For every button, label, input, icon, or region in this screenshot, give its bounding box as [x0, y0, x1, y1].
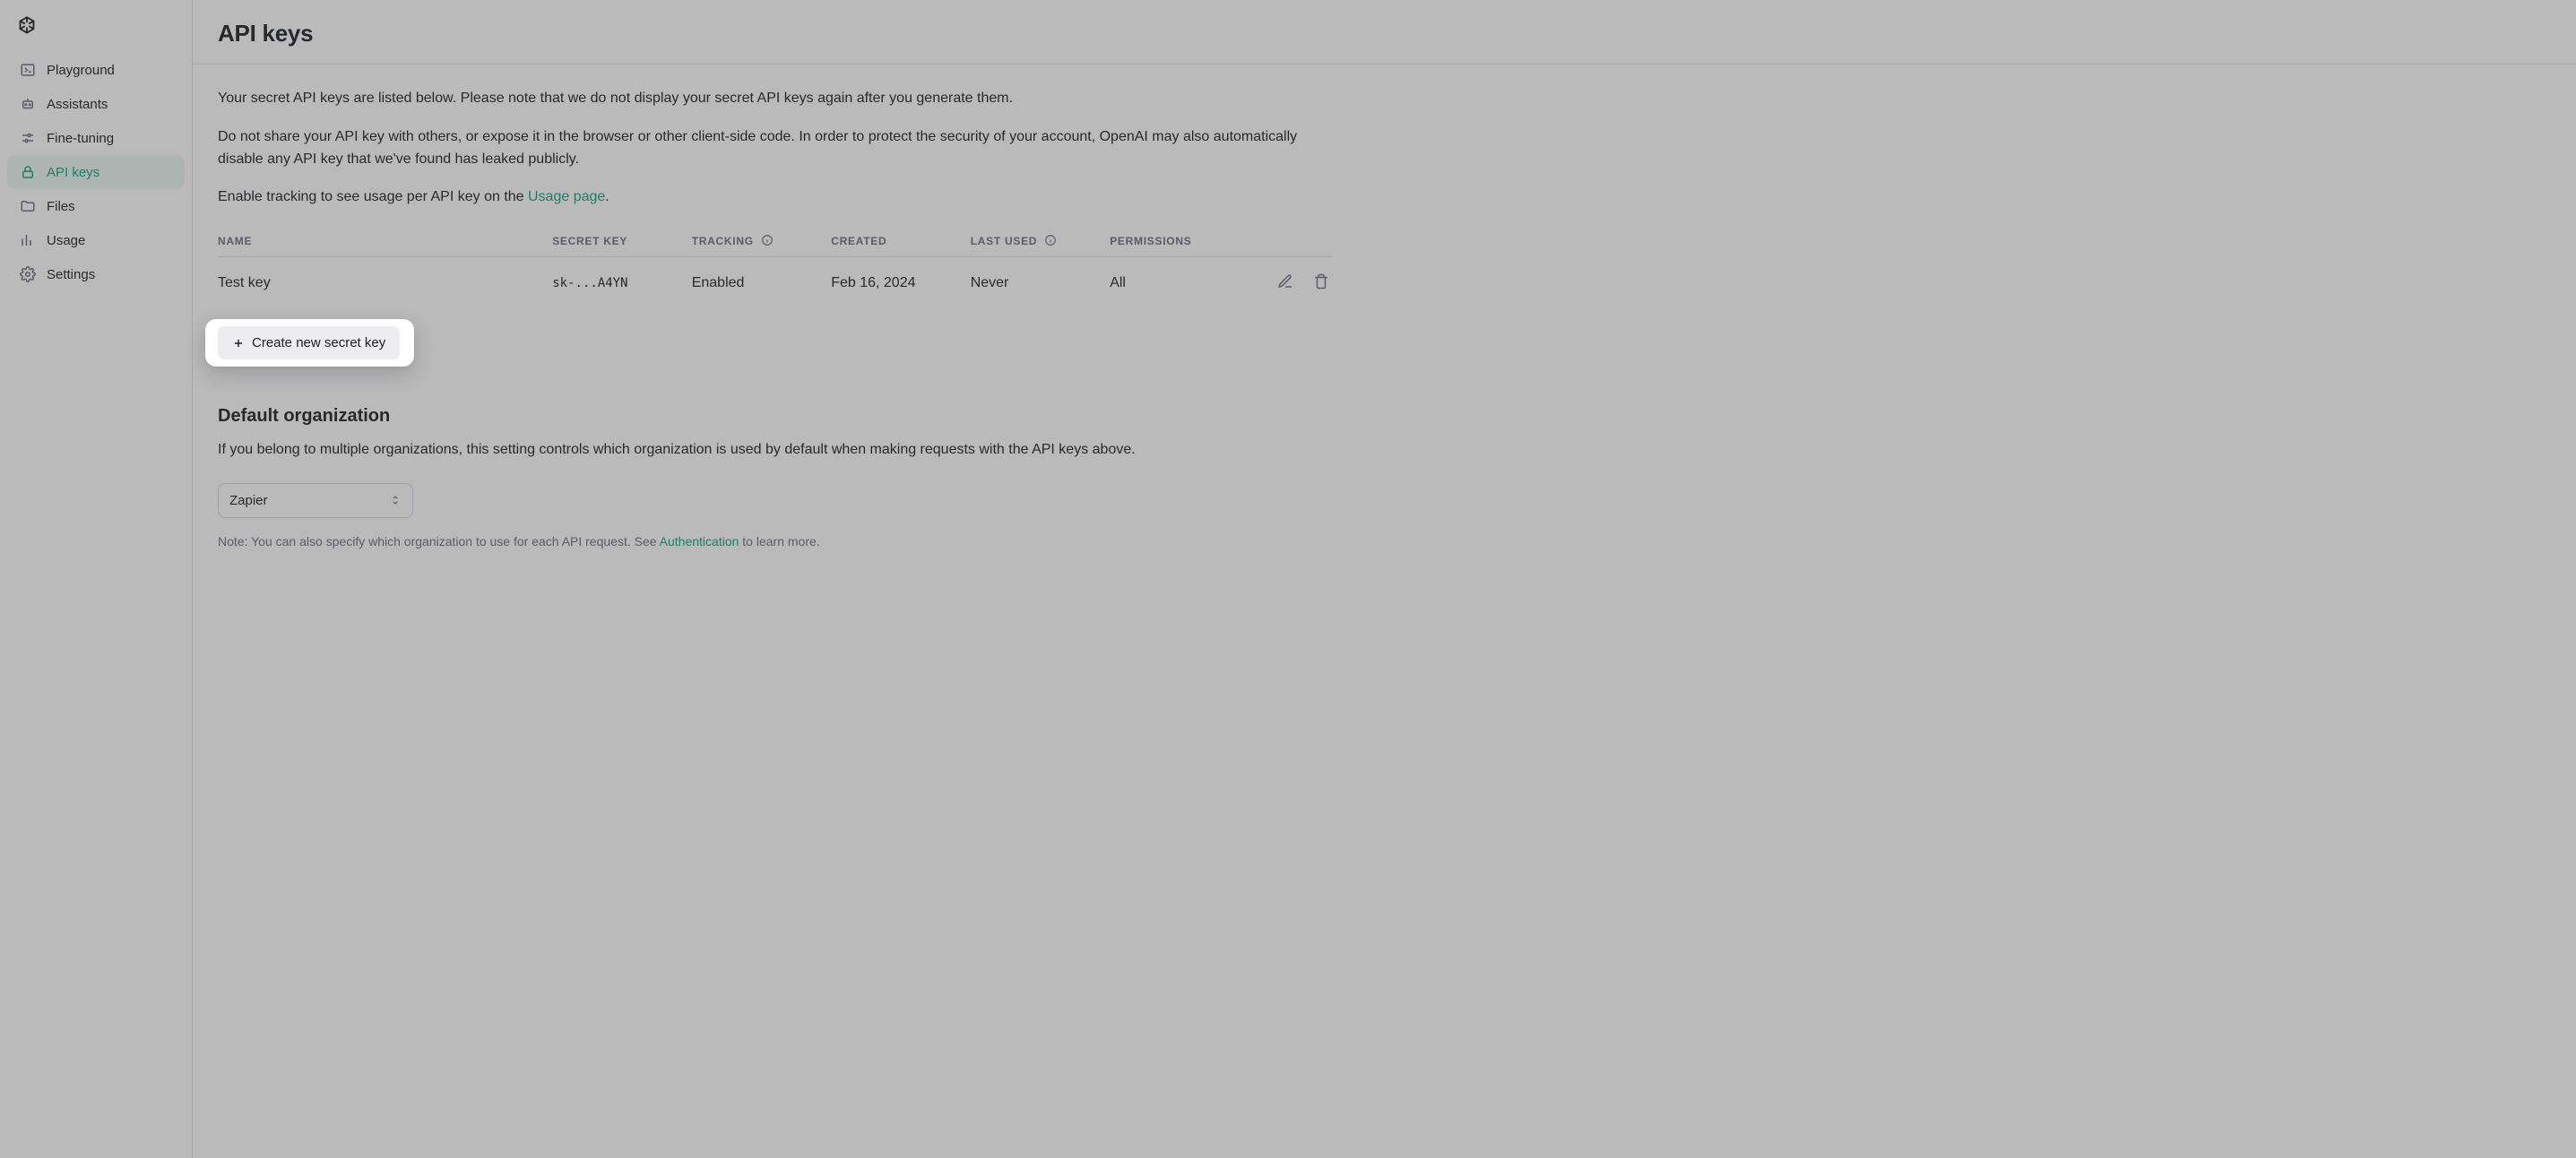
- cell-permissions: All: [1110, 257, 1249, 307]
- table-row: Test key sk-...A4YN Enabled Feb 16, 2024…: [218, 257, 1333, 307]
- folder-icon: [20, 198, 36, 214]
- col-created: Created: [831, 225, 971, 257]
- cell-last-used: Never: [971, 257, 1111, 307]
- default-org-selected: Zapier: [229, 493, 268, 508]
- note-post: to learn more.: [739, 534, 819, 549]
- chevron-up-down-icon: [389, 494, 402, 506]
- intro-p3: Enable tracking to see usage per API key…: [218, 186, 1333, 209]
- default-org-select[interactable]: Zapier: [218, 483, 413, 518]
- cell-created: Feb 16, 2024: [831, 257, 971, 307]
- sidebar-item-label: Files: [47, 199, 75, 214]
- create-secret-key-button[interactable]: Create new secret key: [218, 326, 400, 359]
- chart-icon: [20, 232, 36, 248]
- sidebar-item-api-keys[interactable]: API keys: [7, 156, 185, 188]
- sidebar: Playground Assistants Fine-tuning API ke…: [0, 0, 193, 1158]
- sidebar-item-label: Fine-tuning: [47, 131, 114, 146]
- delete-key-button[interactable]: [1310, 270, 1333, 296]
- trash-icon: [1313, 273, 1329, 290]
- sidebar-item-assistants[interactable]: Assistants: [7, 88, 185, 120]
- usage-page-link[interactable]: Usage page: [528, 189, 605, 204]
- col-last-used: Last used: [971, 225, 1111, 257]
- note-pre: Note: You can also specify which organiz…: [218, 534, 660, 549]
- main-content: API keys Your secret API keys are listed…: [193, 0, 2576, 1158]
- create-secret-key-label: Create new secret key: [252, 335, 385, 350]
- sidebar-item-label: Settings: [47, 267, 95, 282]
- intro-p3-post: .: [605, 189, 609, 204]
- info-icon[interactable]: [1044, 234, 1057, 246]
- default-org-desc: If you belong to multiple organizations,…: [218, 439, 1333, 462]
- col-permissions: Permissions: [1110, 225, 1249, 257]
- cell-tracking: Enabled: [692, 257, 832, 307]
- cell-name: Test key: [218, 257, 552, 307]
- info-icon[interactable]: [761, 234, 774, 246]
- sidebar-nav: Playground Assistants Fine-tuning API ke…: [7, 54, 185, 290]
- gear-icon: [20, 266, 36, 282]
- col-tracking-label: Tracking: [692, 235, 754, 247]
- edit-key-button[interactable]: [1274, 270, 1297, 296]
- intro-p1: Your secret API keys are listed below. P…: [218, 88, 1333, 110]
- cell-secret: sk-...A4YN: [552, 257, 692, 307]
- sidebar-item-label: Playground: [47, 63, 115, 78]
- page-header: API keys: [193, 0, 2576, 65]
- terminal-icon: [20, 62, 36, 78]
- intro-p2: Do not share your API key with others, o…: [218, 126, 1333, 171]
- page-title: API keys: [218, 20, 2551, 48]
- sidebar-item-label: Usage: [47, 233, 85, 248]
- sidebar-item-usage[interactable]: Usage: [7, 224, 185, 256]
- sidebar-item-label: API keys: [47, 165, 99, 180]
- edit-icon: [1277, 273, 1293, 290]
- intro-p3-pre: Enable tracking to see usage per API key…: [218, 189, 528, 204]
- openai-logo-icon: [14, 14, 39, 39]
- sidebar-item-files[interactable]: Files: [7, 190, 185, 222]
- sidebar-item-label: Assistants: [47, 97, 108, 112]
- api-keys-table: Name Secret key Tracking Created Last us…: [218, 225, 1333, 307]
- col-name: Name: [218, 225, 552, 257]
- sidebar-item-fine-tuning[interactable]: Fine-tuning: [7, 122, 185, 154]
- col-tracking: Tracking: [692, 225, 832, 257]
- lock-icon: [20, 164, 36, 180]
- sidebar-item-settings[interactable]: Settings: [7, 258, 185, 290]
- col-secret: Secret key: [552, 225, 692, 257]
- col-last-used-label: Last used: [971, 235, 1037, 247]
- plus-icon: [232, 337, 245, 350]
- create-key-spotlight: Create new secret key: [205, 319, 414, 367]
- robot-icon: [20, 96, 36, 112]
- default-org-heading: Default organization: [218, 406, 1333, 427]
- default-org-note: Note: You can also specify which organiz…: [218, 534, 1333, 549]
- authentication-link[interactable]: Authentication: [660, 534, 739, 549]
- sidebar-item-playground[interactable]: Playground: [7, 54, 185, 86]
- sliders-icon: [20, 130, 36, 146]
